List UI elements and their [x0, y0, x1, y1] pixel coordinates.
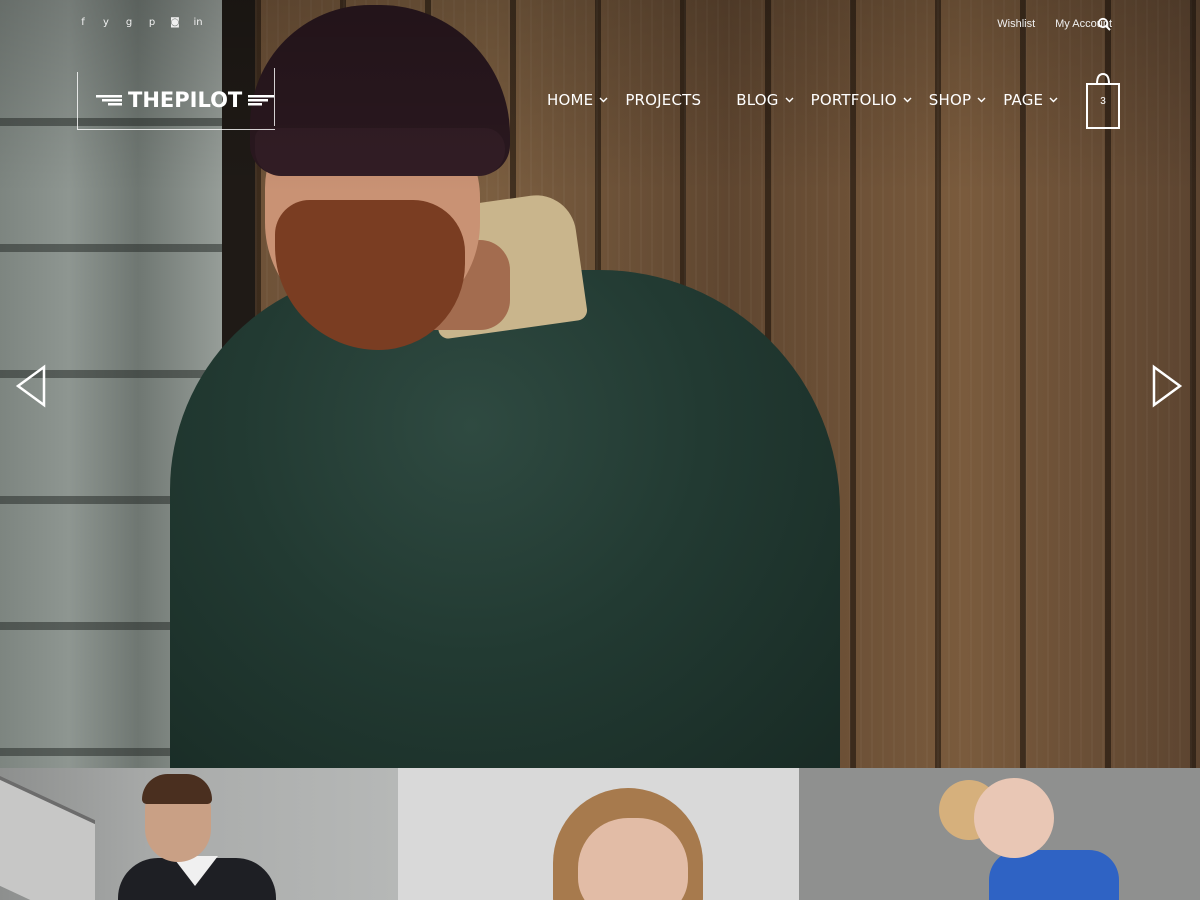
cart-count: 3	[1100, 96, 1106, 107]
nav-item-projects[interactable]: PROJECTS	[625, 91, 701, 109]
wing-left-icon	[96, 95, 122, 106]
product-tile-women[interactable]	[398, 768, 799, 900]
pinterest-icon[interactable]: p	[146, 17, 158, 28]
nav-item-blog[interactable]: BLOG	[736, 91, 794, 109]
chevron-down-icon	[977, 97, 986, 103]
product-tile-men[interactable]	[0, 768, 398, 900]
linkedin-icon[interactable]: in	[192, 17, 204, 28]
arrow-right-icon[interactable]	[1150, 363, 1184, 409]
arrow-left-icon[interactable]	[14, 363, 48, 409]
product-tile-kids[interactable]	[799, 768, 1200, 900]
google-plus-icon[interactable]: g	[123, 17, 135, 28]
tile-model-hair	[142, 774, 212, 804]
account-links: Wishlist My Account	[997, 18, 1112, 30]
nav-item-label: BLOG	[736, 91, 779, 109]
nav-item-label: SHOP	[928, 91, 972, 109]
tile-model-head	[974, 778, 1054, 858]
social-links: f y g p ◙ in	[77, 17, 204, 28]
chevron-down-icon	[1049, 97, 1058, 103]
nav-item-home[interactable]: HOME	[547, 91, 608, 109]
search-icon[interactable]	[1097, 17, 1111, 31]
wishlist-link[interactable]: Wishlist	[997, 18, 1035, 30]
nav-item-label: PAGE	[1003, 91, 1044, 109]
nav-item-page[interactable]: PAGE	[1003, 91, 1058, 109]
logo-text: THEPILOT	[128, 88, 243, 112]
nav-item-shop[interactable]: SHOP	[929, 91, 986, 109]
tile-stair	[0, 775, 95, 900]
nav-item-label: PORTFOLIO	[810, 91, 897, 109]
chevron-down-icon	[903, 97, 912, 103]
facebook-icon[interactable]: f	[77, 17, 89, 28]
nav-item-label: HOME	[547, 91, 594, 109]
site-logo[interactable]: THEPILOT	[96, 88, 275, 112]
chevron-down-icon	[599, 97, 608, 103]
main-nav: HOME PROJECTS BLOG PORTFOLIO SHOP PAGE	[547, 91, 1058, 109]
tile-model-face	[578, 818, 688, 900]
instagram-icon[interactable]: ◙	[169, 17, 181, 28]
chevron-down-icon	[785, 97, 794, 103]
nav-item-label: PROJECTS	[625, 91, 702, 109]
nav-item-portfolio[interactable]: PORTFOLIO	[811, 91, 912, 109]
twitter-icon[interactable]: y	[100, 17, 112, 28]
wing-right-icon	[248, 95, 275, 106]
